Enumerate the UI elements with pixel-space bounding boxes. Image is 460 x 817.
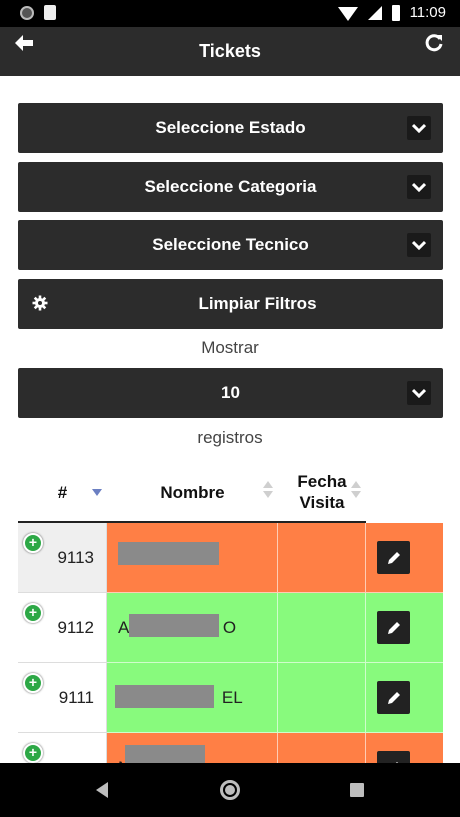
row-edit-cell <box>366 663 443 733</box>
column-header-nombre[interactable]: Nombre <box>107 462 278 522</box>
nav-home-icon[interactable] <box>220 780 240 800</box>
row-date-cell <box>278 593 366 663</box>
column-header-label: # <box>57 482 68 502</box>
sd-card-icon <box>44 5 56 20</box>
nav-back-icon[interactable] <box>96 782 108 798</box>
signal-icon <box>367 5 382 20</box>
add-circle-icon[interactable]: + <box>23 603 43 623</box>
row-name-cell: EL <box>107 663 278 733</box>
row-id-cell: + 9111 <box>18 663 107 733</box>
row-id-cell: + 9112 <box>18 593 107 663</box>
refresh-button[interactable] <box>422 31 446 55</box>
chevron-down-icon <box>407 381 431 405</box>
tecnico-select[interactable]: Seleccione Tecnico <box>18 220 443 270</box>
page-title: Tickets <box>199 41 261 61</box>
row-date-cell <box>278 523 366 593</box>
battery-icon <box>391 4 400 21</box>
page-size-value: 10 <box>221 383 240 402</box>
redacted-name <box>118 542 219 565</box>
column-header-label: Nombre <box>160 482 225 502</box>
records-label: registros <box>197 428 263 447</box>
row-id-cell: + 9113 <box>18 523 107 593</box>
chevron-down-icon <box>407 116 431 140</box>
add-circle-icon[interactable]: + <box>23 673 43 693</box>
clear-filters-label: Limpiar Filtros <box>198 294 317 313</box>
refresh-icon <box>425 34 443 52</box>
redacted-name <box>115 685 214 708</box>
column-header-id[interactable]: # <box>18 462 107 522</box>
add-circle-icon[interactable]: + <box>23 533 43 553</box>
edit-button[interactable] <box>377 541 410 574</box>
notification-icon <box>20 5 34 20</box>
app-bar: Tickets <box>0 27 460 76</box>
sort-icon <box>263 481 273 499</box>
row-name-cell: A O <box>107 593 278 663</box>
pencil-icon <box>387 551 400 564</box>
show-label: Mostrar <box>201 338 259 357</box>
estado-select-label: Seleccione Estado <box>155 118 306 137</box>
system-nav-bar <box>0 763 460 817</box>
status-bar: 11:09 <box>0 0 460 27</box>
row-name-cell <box>107 523 278 593</box>
estado-select[interactable]: Seleccione Estado <box>18 103 443 153</box>
tecnico-select-label: Seleccione Tecnico <box>152 235 309 254</box>
table-row[interactable]: + 9113 <box>18 523 443 593</box>
pencil-icon <box>387 691 400 704</box>
redacted-name <box>129 614 219 637</box>
column-header-fecha[interactable]: Fecha Visita <box>278 462 366 522</box>
add-circle-icon[interactable]: + <box>23 743 43 763</box>
pencil-icon <box>387 621 400 634</box>
edit-button[interactable] <box>377 681 410 714</box>
row-edit-cell <box>366 523 443 593</box>
sort-icon <box>351 481 361 499</box>
sort-icon <box>92 483 102 501</box>
nav-recents-icon[interactable] <box>350 783 364 797</box>
row-id: 9113 <box>57 548 94 567</box>
page-size-select[interactable]: 10 <box>18 368 443 418</box>
categoria-select-label: Seleccione Categoria <box>144 177 317 196</box>
clear-filters-button[interactable]: Limpiar Filtros <box>18 279 443 329</box>
chevron-down-icon <box>407 175 431 199</box>
row-id: 9111 <box>58 688 94 707</box>
row-edit-cell <box>366 593 443 663</box>
categoria-select[interactable]: Seleccione Categoria <box>18 162 443 212</box>
row-id: 9112 <box>57 618 94 637</box>
table-header: # Nombre Fecha Visita <box>18 462 443 522</box>
wifi-icon <box>337 6 358 21</box>
table-row[interactable]: + 9112 A O <box>18 593 443 663</box>
status-time: 11:09 <box>409 4 446 21</box>
edit-button[interactable] <box>377 611 410 644</box>
chevron-down-icon <box>407 233 431 257</box>
table-row[interactable]: + 9111 EL <box>18 663 443 733</box>
row-date-cell <box>278 663 366 733</box>
column-header-label: Fecha Visita <box>297 472 347 512</box>
